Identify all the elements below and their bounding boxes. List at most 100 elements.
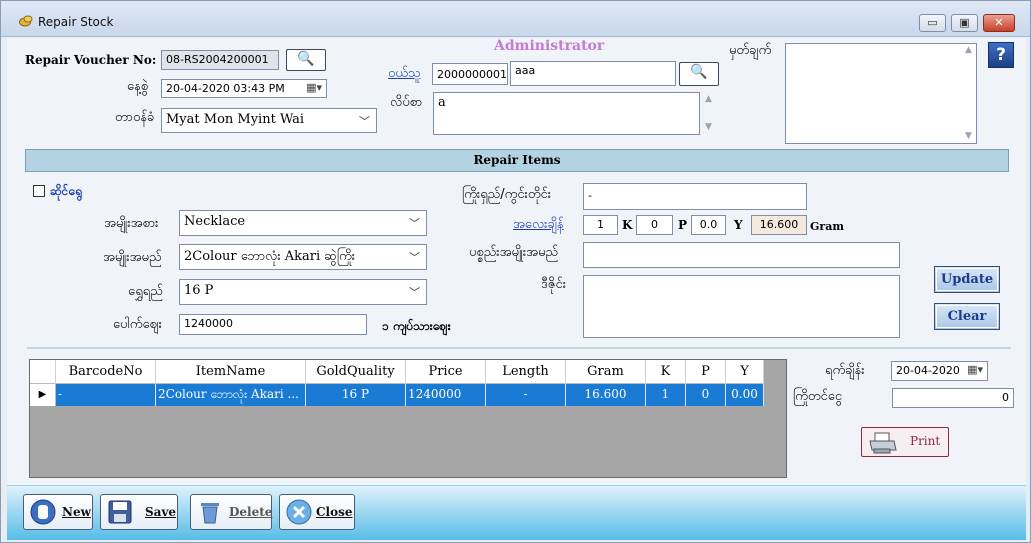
delete-label: Delete — [229, 505, 273, 519]
cell-item-name: 2Colour ဘောလုံး Akari ... — [156, 384, 306, 406]
cell-y: 0.00 — [726, 384, 764, 406]
date-label: နေ့စွဲ — [127, 79, 149, 94]
customer-search-button[interactable]: 🔍 — [679, 62, 719, 86]
close-button[interactable]: Close — [279, 494, 355, 530]
maximize-icon: ▣ — [959, 16, 970, 29]
column-price[interactable]: Price — [406, 360, 486, 384]
cell-k: 1 — [646, 384, 686, 406]
search-icon: 🔍 — [297, 51, 315, 67]
category-select[interactable]: Necklace ﹀ — [179, 210, 427, 236]
scroll-down-icon[interactable]: ▼ — [965, 131, 972, 141]
column-k[interactable]: K — [646, 360, 686, 384]
minimize-icon: ▭ — [927, 16, 938, 29]
admin-label: Administrator — [494, 38, 605, 54]
p-field[interactable]: 0 — [636, 215, 673, 235]
price-label: ပေါက်ဈေး — [113, 317, 162, 332]
row-selector-icon[interactable]: ▶ — [30, 384, 56, 406]
cell-gold-quality: 16 P — [306, 384, 406, 406]
trash-icon — [201, 503, 219, 524]
chevron-down-icon: ﹀ — [409, 286, 420, 299]
staff-label: တာဝန်ခံ — [115, 110, 155, 125]
chevron-down-icon: ﹀ — [409, 251, 420, 264]
print-button[interactable]: Print — [861, 427, 949, 457]
k-field[interactable]: 1 — [583, 215, 618, 235]
gram-unit-label: Gram — [810, 220, 844, 233]
new-button[interactable]: New — [23, 494, 93, 530]
weight-link[interactable]: အလေးချိန် — [513, 216, 564, 235]
item-type-field[interactable] — [583, 242, 900, 268]
address-label: လိပ်စာ — [390, 95, 423, 110]
repair-stock-window: Repair Stock ▭ ▣ ✕ Administrator Repair … — [0, 0, 1031, 543]
help-button[interactable]: ? — [988, 42, 1014, 68]
save-icon — [108, 500, 132, 524]
save-button[interactable]: Save — [100, 494, 178, 530]
scroll-up-icon[interactable]: ▲ — [965, 45, 972, 55]
staff-select[interactable]: Myat Mon Myint Wai ﹀ — [161, 108, 377, 133]
design-field[interactable] — [583, 275, 900, 338]
calendar-dropdown-icon[interactable]: ▦▾ — [967, 363, 983, 376]
close-window-button[interactable]: ✕ — [983, 14, 1015, 32]
app-icon — [19, 15, 33, 27]
column-length[interactable]: Length — [486, 360, 566, 384]
price-field[interactable]: 1240000 — [179, 314, 367, 335]
close-label: Close — [316, 505, 353, 519]
price-unit-label: ၁ ကျပ်သားဈေး — [382, 319, 451, 333]
section-divider — [27, 347, 1011, 349]
advance-field[interactable]: 0 — [892, 388, 1014, 408]
quality-value: 16 P — [184, 283, 214, 298]
grid-corner — [30, 360, 56, 384]
item-name-select[interactable]: 2Colour ဘောလုံး Akari ဆွဲကြိုး ﹀ — [179, 244, 427, 270]
scroll-up-icon[interactable]: ▲ — [705, 94, 712, 104]
remark-label: မှတ်ချက် — [729, 43, 772, 58]
category-label: အမျိုးအစား — [104, 216, 159, 231]
own-shop-checkbox[interactable] — [33, 185, 45, 197]
minimize-button[interactable]: ▭ — [919, 14, 946, 32]
receive-date-value: 20-04-2020 — [896, 364, 960, 377]
quality-label: ရွှေရည် — [128, 284, 163, 299]
column-p[interactable]: P — [686, 360, 726, 384]
y-unit-label: Y — [734, 218, 743, 232]
column-gold-quality[interactable]: GoldQuality — [306, 360, 406, 384]
column-barcode[interactable]: BarcodeNo — [56, 360, 156, 384]
repair-items-grid[interactable]: BarcodeNo ItemName GoldQuality Price Len… — [29, 359, 787, 478]
maximize-button[interactable]: ▣ — [951, 14, 978, 32]
item-name-value: 2Colour ဘောလုံး Akari ဆွဲကြိုး — [184, 249, 356, 264]
voucher-label: Repair Voucher No: — [25, 53, 157, 67]
gram-field: 16.600 — [751, 215, 807, 235]
length-label: ကြိုးရှည်/ကွင်းတိုင်း — [462, 187, 552, 202]
quality-select[interactable]: 16 P ﹀ — [179, 279, 427, 305]
delete-button[interactable]: Delete — [190, 494, 272, 530]
column-item-name[interactable]: ItemName — [156, 360, 306, 384]
address-field[interactable]: a — [433, 92, 700, 135]
column-y[interactable]: Y — [726, 360, 764, 384]
column-gram[interactable]: Gram — [566, 360, 646, 384]
grid-header: BarcodeNo ItemName GoldQuality Price Len… — [30, 360, 764, 384]
voucher-search-button[interactable]: 🔍 — [286, 49, 326, 71]
close-icon: ✕ — [994, 16, 1004, 29]
receive-date-label: ရက်ချိန်း — [825, 363, 865, 378]
cell-length: - — [486, 384, 566, 406]
clear-button[interactable]: Clear — [934, 303, 1000, 330]
date-value: 20-04-2020 03:43 PM — [166, 82, 285, 95]
chevron-down-icon: ﹀ — [409, 217, 420, 230]
remark-field[interactable] — [785, 43, 977, 144]
customer-name-field[interactable]: aaa — [510, 61, 676, 86]
customer-link[interactable]: ဝယ်သူ — [388, 65, 421, 84]
update-button[interactable]: Update — [934, 266, 1000, 293]
category-value: Necklace — [184, 214, 246, 229]
table-row[interactable]: - 2Colour ဘောလုံး Akari ... 16 P 1240000… — [56, 384, 764, 406]
cell-price: 1240000 — [406, 384, 486, 406]
y-field[interactable]: 0.0 — [691, 215, 726, 235]
cell-gram: 16.600 — [566, 384, 646, 406]
print-label: Print — [910, 434, 941, 448]
length-field[interactable]: - — [583, 183, 807, 210]
receive-date-picker[interactable]: 20-04-2020 ▦▾ — [891, 361, 988, 381]
repair-items-header: Repair Items — [25, 149, 1009, 172]
customer-code-field[interactable]: 2000000001 — [432, 63, 508, 85]
voucher-field[interactable]: 08-RS2004200001 — [161, 50, 279, 70]
date-picker[interactable]: 20-04-2020 03:43 PM ▦▾ — [161, 79, 327, 98]
item-type-label: ပစ္စည်းအမျိုးအမည် — [469, 245, 559, 260]
bottom-toolbar: New Save Delete Close — [7, 485, 1026, 540]
calendar-dropdown-icon[interactable]: ▦▾ — [306, 81, 322, 94]
scroll-down-icon[interactable]: ▼ — [705, 122, 712, 132]
